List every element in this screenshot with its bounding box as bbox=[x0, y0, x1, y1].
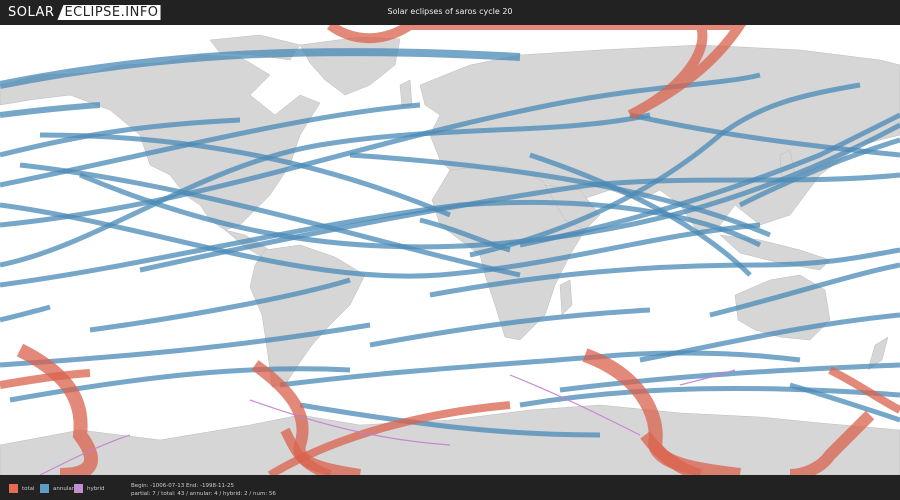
legend-annular: annular bbox=[40, 484, 74, 493]
legend-label-annular: annular bbox=[53, 485, 74, 492]
footer-bar: total annular hybrid Begin: -1006-07-13 … bbox=[0, 475, 900, 500]
saros-date-range: Begin: -1006-07-13 End: -1998-11-25 bbox=[131, 483, 234, 489]
legend-swatch-hybrid bbox=[74, 484, 83, 493]
legend-label-total: total bbox=[22, 485, 35, 492]
legend-swatch-total bbox=[9, 484, 18, 493]
saros-counts: partial: 7 / total: 43 / annular: 4 / hy… bbox=[131, 491, 276, 497]
legend-swatch-annular bbox=[40, 484, 49, 493]
world-map bbox=[0, 25, 900, 475]
legend-hybrid: hybrid bbox=[74, 484, 105, 493]
legend-total: total bbox=[9, 484, 35, 493]
landmass-uk bbox=[399, 79, 413, 108]
page-title: Solar eclipses of saros cycle 20 bbox=[387, 7, 513, 16]
header-bar: SOLAR ECLIPSE.INFO Solar eclipses of sar… bbox=[0, 0, 900, 25]
eclipse-path-map bbox=[0, 25, 900, 475]
legend-label-hybrid: hybrid bbox=[87, 485, 105, 492]
saros-info: Begin: -1006-07-13 End: -1998-11-25 part… bbox=[131, 482, 276, 498]
